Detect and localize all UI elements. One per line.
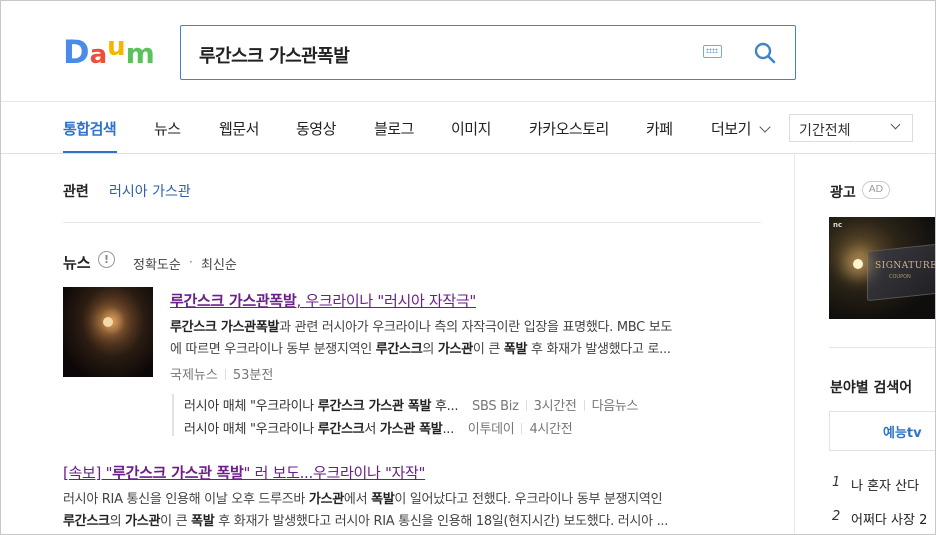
header-divider — [1, 101, 935, 102]
rank-number: 2 — [832, 509, 841, 524]
logo-letter-a: a — [89, 40, 108, 70]
tab-more[interactable]: 더보기 — [711, 118, 751, 139]
rank-number: 1 — [832, 475, 841, 490]
period-select-value: 기간전체 — [799, 123, 851, 139]
article-description: 러시아 RIA 통신을 인용해 이날 오후 드루즈바 가스관에서 폭발이 일어났… — [63, 492, 669, 529]
ad-card-subtext: COUPON — [889, 274, 911, 280]
logo-letter-d: D — [63, 33, 90, 71]
category-tab-entertainment[interactable]: 예능tv — [883, 422, 922, 441]
tab-integrated-search[interactable]: 통합검색 — [63, 118, 117, 139]
tab-blog[interactable]: 블로그 — [374, 118, 414, 139]
sort-accuracy[interactable]: 정확도순 — [133, 254, 181, 273]
ad-card-text: SIGNATURE — [875, 261, 936, 271]
news-section-title: 뉴스 — [63, 254, 91, 272]
sub-article[interactable]: 러시아 매체 "우크라이나 루간스크 가스관 폭발 후... SBS Biz 3시… — [184, 395, 639, 414]
article-meta: 국제뉴스 53분전 — [170, 364, 273, 383]
daum-logo[interactable]: D a u m — [63, 34, 155, 68]
nav-divider — [1, 153, 935, 154]
ad-banner-image[interactable]: nc SIGNATURE COUPON — [829, 217, 936, 319]
article-source[interactable]: 국제뉴스 — [170, 368, 218, 383]
sort-separator: · — [189, 255, 193, 269]
chevron-down-icon[interactable] — [759, 121, 771, 133]
ad-badge: AD — [862, 181, 890, 199]
sub-articles-rule — [172, 394, 174, 436]
news-thumbnail[interactable] — [63, 287, 153, 377]
search-results-page: D a u m 루간스크 가스관폭발 통합검색 뉴스 웹문서 동영상 블로그 이… — [0, 0, 936, 535]
keyboard-icon[interactable] — [703, 45, 722, 58]
ad-title: 광고 — [830, 185, 856, 201]
search-input[interactable]: 루간스크 가스관폭발 — [199, 42, 350, 68]
tab-images[interactable]: 이미지 — [451, 118, 491, 139]
info-icon[interactable]: ! — [98, 251, 115, 268]
period-select[interactable]: 기간전체 — [789, 114, 913, 142]
related-link[interactable]: 러시아 가스관 — [109, 181, 191, 201]
tab-video[interactable]: 동영상 — [296, 118, 336, 139]
light-flare-graphic — [853, 259, 863, 269]
article-description: 루간스크 가스관폭발과 관련 러시아가 우크라이나 측의 자작극이란 입장을 표… — [170, 320, 673, 357]
search-box[interactable]: 루간스크 가스관폭발 — [180, 25, 796, 80]
sidebar-divider — [794, 154, 795, 534]
tab-kakaostory[interactable]: 카카오스토리 — [529, 118, 609, 139]
ad-brand-text: nc — [833, 221, 843, 229]
search-icon[interactable] — [753, 41, 777, 65]
tab-cafe[interactable]: 카페 — [646, 118, 673, 139]
logo-letter-m: m — [125, 37, 155, 70]
rank-keyword[interactable]: 어쩌다 사장 2 — [851, 509, 927, 528]
ad-card-graphic — [867, 242, 935, 302]
logo-letter-u: u — [107, 32, 126, 62]
related-label: 관련 — [63, 184, 89, 200]
tab-news[interactable]: 뉴스 — [154, 118, 181, 139]
sidebar-section-divider — [829, 347, 935, 348]
category-search-title: 분야별 검색어 — [830, 380, 913, 396]
sub-article[interactable]: 러시아 매체 "우크라이나 루간스크서 가스관 폭발... 이투데이 4시간전 — [184, 418, 573, 437]
tab-web-documents[interactable]: 웹문서 — [219, 118, 259, 139]
rank-keyword[interactable]: 나 혼자 산다 — [851, 475, 919, 494]
article-title[interactable]: [속보] "루간스크 가스관 폭발" 러 보도...우크라이나 "자작" — [63, 462, 425, 483]
chevron-down-icon — [890, 119, 901, 130]
article-title[interactable]: 루간스크 가스관폭발, 우크라이나 "러시아 자작극" — [170, 290, 476, 311]
section-divider — [63, 222, 761, 223]
sort-latest[interactable]: 최신순 — [201, 254, 237, 273]
article-time: 53분전 — [232, 368, 274, 383]
